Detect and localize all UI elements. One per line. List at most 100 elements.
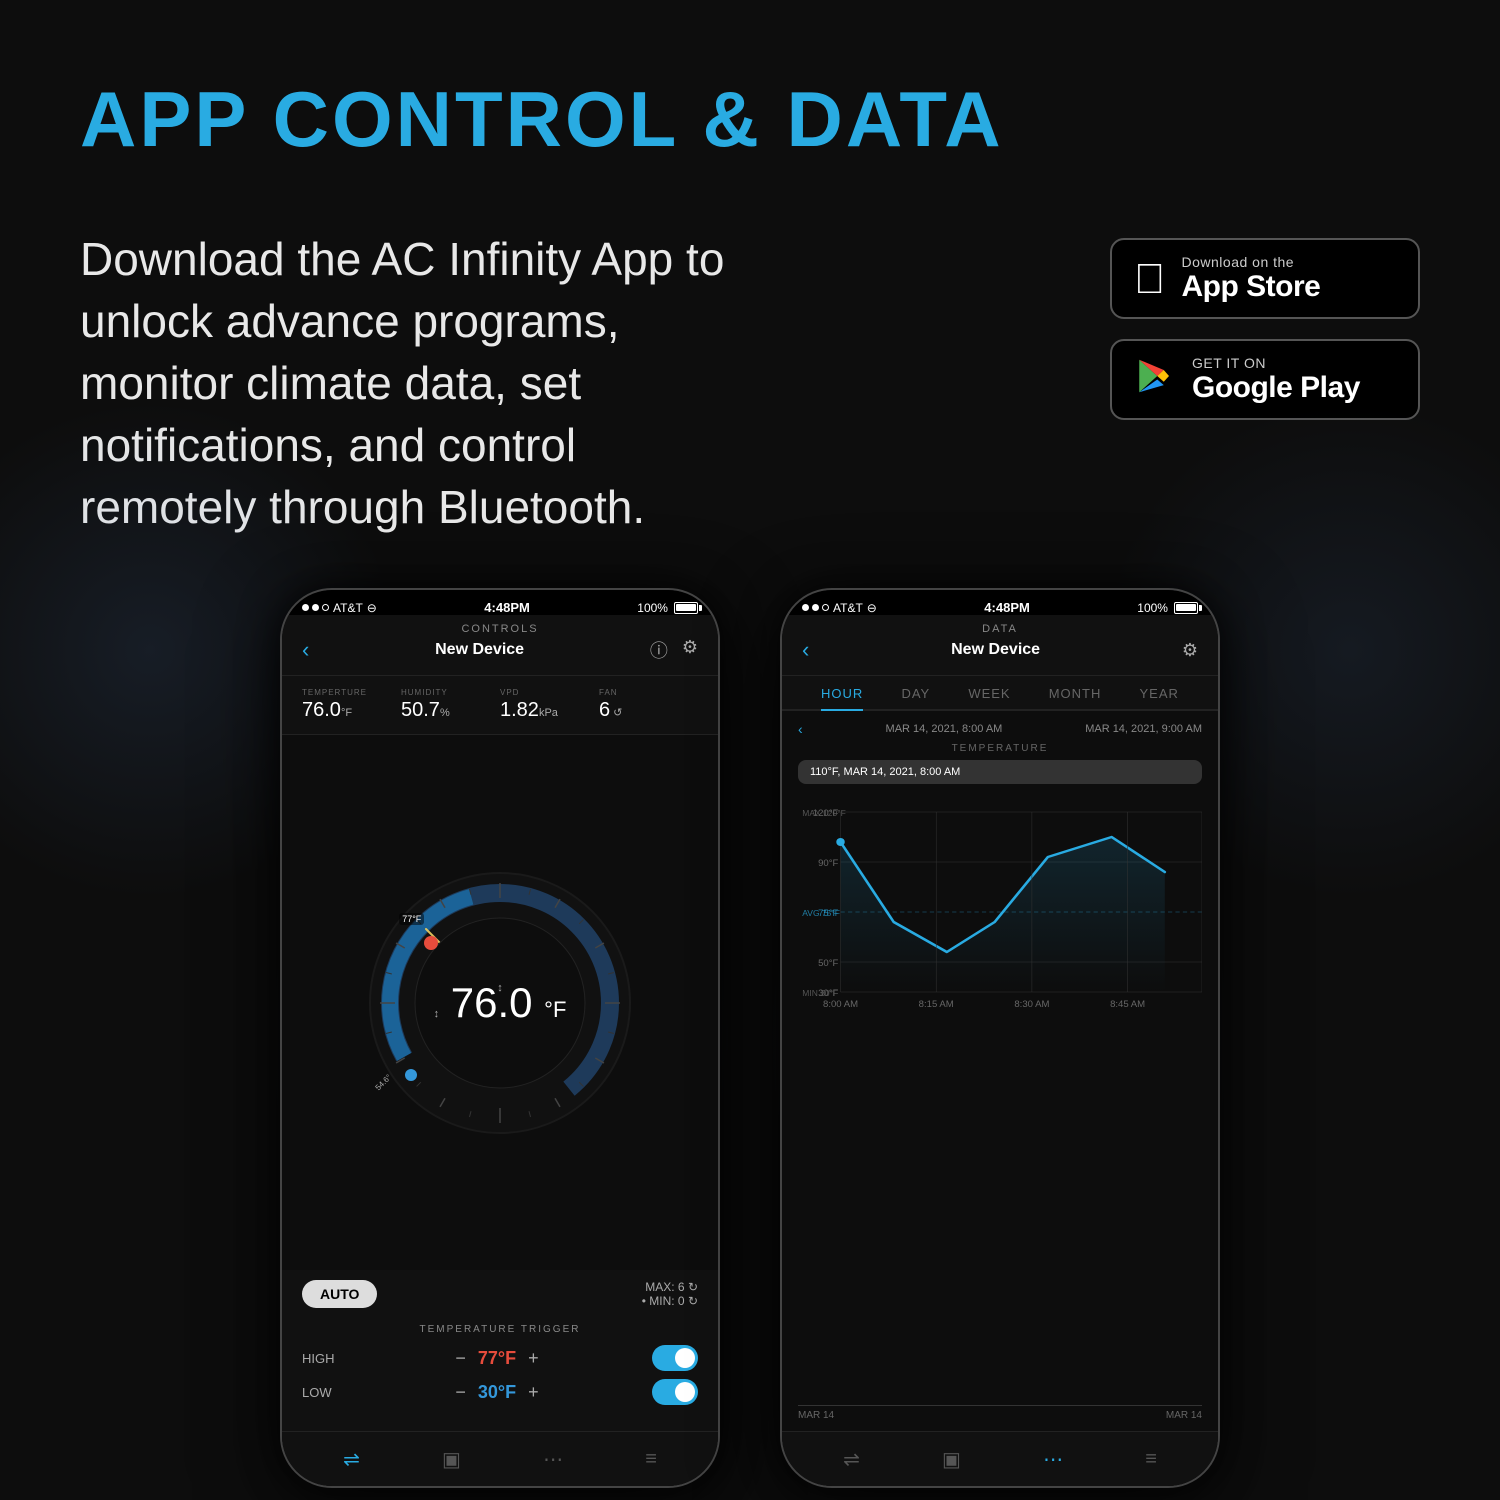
vpd-stat: VPD 1.82kPa xyxy=(500,688,599,722)
app-store-small-text: Download on the xyxy=(1182,254,1321,270)
dot-3 xyxy=(322,604,329,611)
low-minus-btn[interactable]: − xyxy=(455,1382,466,1403)
humidity-stat-label: HUMIDITY xyxy=(401,688,500,697)
data-nav-icon-3[interactable]: ⋯ xyxy=(1043,1447,1063,1472)
data-status-bar: AT&T ⊖ 4:48PM 100% xyxy=(782,590,1218,615)
controls-bottom: AUTO MAX: 6 ↻ • MIN: 0 ↻ xyxy=(282,1270,718,1431)
temp-trigger-title: TEMPERATURE TRIGGER xyxy=(302,1324,698,1335)
device-name-left: New Device xyxy=(435,641,524,659)
chart-section-title: TEMPERATURE xyxy=(798,743,1202,754)
high-toggle[interactable] xyxy=(652,1345,698,1371)
header-section: APP CONTROL & DATA xyxy=(0,0,1500,228)
tab-month[interactable]: MONTH xyxy=(1049,686,1102,709)
gauge-center-value: ↕ 76.0 °F xyxy=(434,979,567,1027)
chart-area: ‹ MAR 14, 2021, 8:00 AM MAR 14, 2021, 9:… xyxy=(782,711,1218,1431)
time-right: 4:48PM xyxy=(984,600,1030,615)
time-left: 4:48PM xyxy=(484,600,530,615)
tab-hour[interactable]: HOUR xyxy=(821,686,863,711)
tab-week[interactable]: WEEK xyxy=(968,686,1010,709)
nav-icon-1[interactable]: ⇌ xyxy=(343,1447,360,1472)
data-nav-icon-4[interactable]: ≡ xyxy=(1145,1448,1157,1471)
data-dot-1 xyxy=(802,604,809,611)
status-left: AT&T ⊖ xyxy=(302,601,377,615)
carrier-right: AT&T xyxy=(833,601,863,615)
temp-stat-label: TEMPERTURE xyxy=(302,688,401,697)
nav-icon-4[interactable]: ≡ xyxy=(645,1448,657,1471)
svg-text:90°F: 90°F xyxy=(818,859,839,869)
low-toggle[interactable] xyxy=(652,1379,698,1405)
svg-text:MAX 120°F: MAX 120°F xyxy=(802,810,846,819)
high-plus-btn[interactable]: + xyxy=(528,1348,539,1369)
trigger-low-label: LOW xyxy=(302,1385,342,1400)
google-play-text-group: GET IT ON Google Play xyxy=(1192,355,1360,404)
data-status-left: AT&T ⊖ xyxy=(802,601,877,615)
svg-text:8:15 AM: 8:15 AM xyxy=(919,1000,954,1010)
page-wrapper: APP CONTROL & DATA Download the AC Infin… xyxy=(0,0,1500,1500)
chart-nav-left[interactable]: ‹ xyxy=(798,721,803,737)
info-icon-left[interactable]: ⓘ xyxy=(650,637,668,663)
fan-stat: FAN 6 ↺ xyxy=(599,688,698,722)
status-right-left: 100% xyxy=(637,601,698,615)
settings-icon-right[interactable]: ⚙ xyxy=(1182,640,1198,661)
humidity-stat: HUMIDITY 50.7% xyxy=(401,688,500,722)
description-text: Download the AC Infinity App to unlock a… xyxy=(80,228,760,538)
chart-date-footer: MAR 14 MAR 14 xyxy=(798,1405,1202,1421)
battery-icon-right xyxy=(1174,602,1198,614)
chart-date-row: ‹ MAR 14, 2021, 8:00 AM MAR 14, 2021, 9:… xyxy=(798,721,1202,737)
tab-year[interactable]: YEAR xyxy=(1140,686,1179,709)
chart-date-end: MAR 14, 2021, 9:00 AM xyxy=(1085,723,1202,735)
device-name-right: New Device xyxy=(951,641,1040,659)
app-store-large-text: App Store xyxy=(1182,270,1321,303)
svg-text:AVG 75°F: AVG 75°F xyxy=(802,910,840,919)
controls-bottom-bar: ⇌ ▣ ⋯ ≡ xyxy=(282,1431,718,1486)
controls-screen: CONTROLS ‹ New Device ⓘ ⚙ xyxy=(282,615,718,1486)
svg-text:8:00 AM: 8:00 AM xyxy=(823,1000,858,1010)
google-play-badge[interactable]: GET IT ON Google Play xyxy=(1110,339,1420,420)
fan-min: • MIN: 0 ↻ xyxy=(642,1294,698,1308)
data-header: DATA ‹ New Device ⚙ xyxy=(782,615,1218,676)
dot-2 xyxy=(312,604,319,611)
temp-trigger-section: TEMPERATURE TRIGGER HIGH − 77°F + xyxy=(302,1316,698,1421)
phone-data-frame: AT&T ⊖ 4:48PM 100% DATA xyxy=(780,588,1220,1488)
nav-icon-3[interactable]: ⋯ xyxy=(543,1447,563,1472)
auto-badge[interactable]: AUTO xyxy=(302,1280,377,1308)
phones-section: AT&T ⊖ 4:48PM 100% CONTROLS xyxy=(0,538,1500,1488)
settings-icon-left[interactable]: ⚙ xyxy=(682,637,698,663)
controls-status-bar: AT&T ⊖ 4:48PM 100% xyxy=(282,590,718,615)
gauge-area: ↕ ↕ 76.0 °F xyxy=(282,735,718,1270)
chart-svg-container: 120°F 90°F 75°F 50°F 30°F MAX 120°F AVG … xyxy=(798,792,1202,1401)
wifi-icon-right: ⊖ xyxy=(867,601,877,615)
controls-screen-title: CONTROLS xyxy=(302,623,698,635)
nav-icon-2[interactable]: ▣ xyxy=(442,1447,461,1472)
gauge-temp-unit: °F xyxy=(544,997,566,1022)
data-nav-icon-2[interactable]: ▣ xyxy=(942,1447,961,1472)
battery-fill-right xyxy=(1176,604,1196,611)
data-screen-title: DATA xyxy=(802,623,1198,635)
high-minus-btn[interactable]: − xyxy=(455,1348,466,1369)
temp-stat-value: 76.0°F xyxy=(302,699,401,722)
nav-icons-right-left: ⓘ ⚙ xyxy=(650,637,698,663)
tab-day[interactable]: DAY xyxy=(901,686,930,709)
battery-fill-left xyxy=(676,604,696,611)
back-icon-right[interactable]: ‹ xyxy=(802,637,809,663)
auto-fan-row: AUTO MAX: 6 ↻ • MIN: 0 ↻ xyxy=(302,1280,698,1308)
back-icon-left[interactable]: ‹ xyxy=(302,637,309,663)
carrier-left: AT&T xyxy=(333,601,363,615)
app-store-text-group: Download on the App Store xyxy=(1182,254,1321,303)
low-plus-btn[interactable]: + xyxy=(528,1382,539,1403)
phone-data-wrapper: AT&T ⊖ 4:48PM 100% DATA xyxy=(780,588,1220,1488)
content-row: Download the AC Infinity App to unlock a… xyxy=(0,228,1500,538)
vpd-stat-value: 1.82kPa xyxy=(500,699,599,722)
app-store-badge[interactable]:  Download on the App Store xyxy=(1110,238,1420,319)
vpd-stat-label: VPD xyxy=(500,688,599,697)
badges-column:  Download on the App Store G xyxy=(1110,238,1420,420)
fan-stat-value: 6 ↺ xyxy=(599,699,698,722)
data-bottom-bar: ⇌ ▣ ⋯ ≡ xyxy=(782,1431,1218,1486)
gauge-temp-value: 76.0 xyxy=(451,979,533,1026)
data-nav-icon-1[interactable]: ⇌ xyxy=(843,1447,860,1472)
trigger-high-value: 77°F xyxy=(478,1348,516,1369)
controls-nav: ‹ New Device ⓘ ⚙ xyxy=(302,637,698,663)
battery-pct-right: 100% xyxy=(1137,601,1168,615)
fan-max: MAX: 6 ↻ xyxy=(642,1280,698,1294)
svg-text:50°F: 50°F xyxy=(818,959,839,969)
